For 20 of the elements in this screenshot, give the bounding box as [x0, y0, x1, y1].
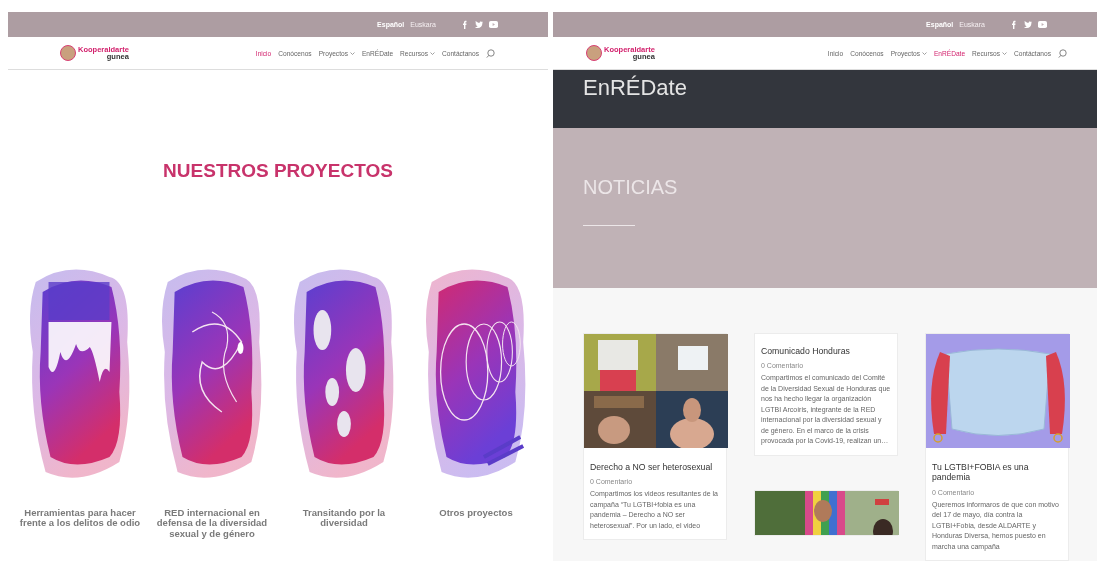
video-play-icon[interactable] [1038, 20, 1047, 29]
project-title[interactable]: Herramientas para hacer frente a los delitos de odio [16, 508, 144, 529]
avatar-icon [586, 45, 602, 61]
page-title: EnRÉDate [583, 74, 688, 102]
project-title[interactable]: Otros proyectos [412, 508, 540, 519]
project-title[interactable]: Transitando por la diversidad [280, 508, 408, 529]
post-title[interactable]: Comunicado Honduras [761, 346, 891, 357]
search-icon[interactable] [486, 48, 495, 58]
facebook-icon[interactable] [460, 20, 468, 29]
post-title[interactable]: Derecho a NO ser heterosexual [590, 462, 720, 473]
project-title[interactable]: RED internacional en defensa de la diversidad sexual y de género [148, 508, 276, 540]
facebook-icon[interactable] [1009, 20, 1017, 29]
avatar-icon [60, 45, 76, 61]
search-icon[interactable] [1058, 48, 1067, 58]
page-heading: NUESTROS PROYECTOS [162, 160, 394, 182]
bird-icon[interactable] [474, 20, 483, 29]
video-play-icon[interactable] [489, 20, 498, 29]
post-title[interactable]: Tu LGTBI+FOBIA es una pandemia [932, 462, 1062, 483]
title-underline [583, 225, 635, 226]
bird-icon[interactable] [1023, 20, 1032, 29]
